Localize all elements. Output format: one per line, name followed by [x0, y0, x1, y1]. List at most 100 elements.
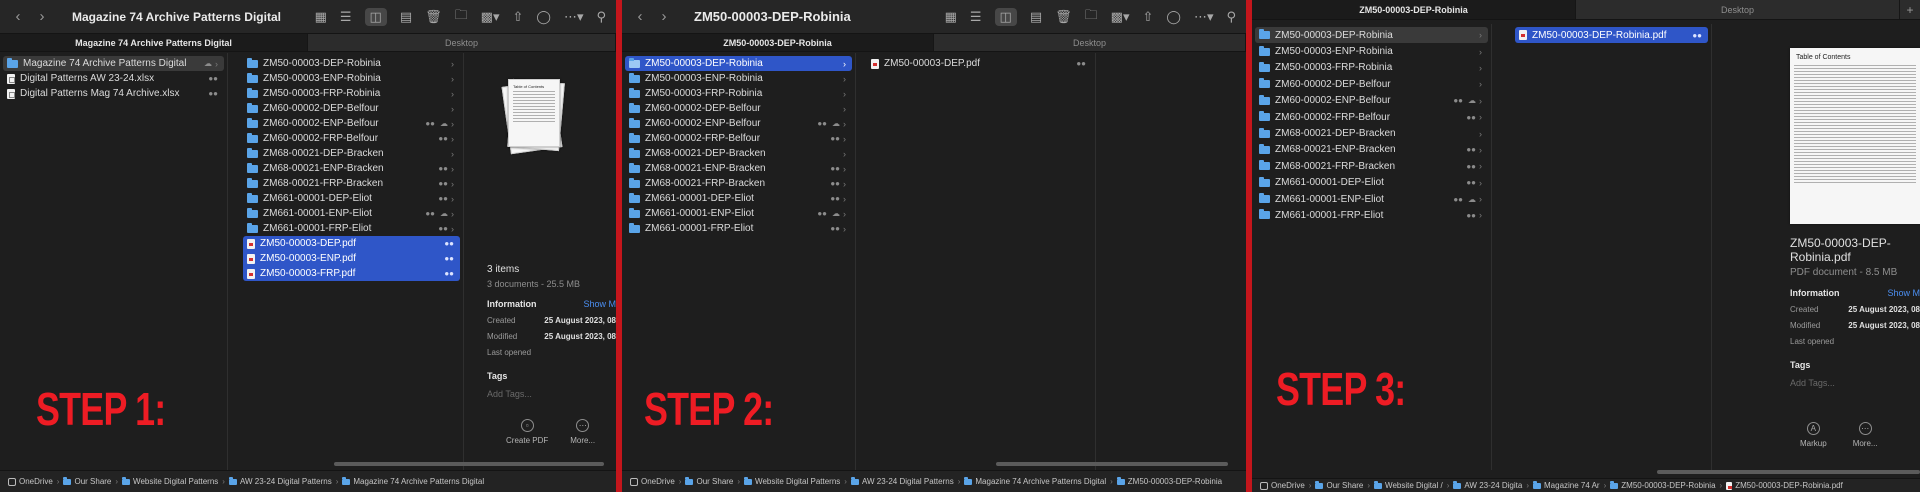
list-item[interactable]: ZM60-00002-DEP-Belfour ›: [625, 101, 852, 116]
list-item-selected[interactable]: ZM50-00003-ENP.pdf ●●: [243, 251, 460, 266]
more-button[interactable]: ⋯ More...: [570, 419, 595, 445]
column-view-icon[interactable]: ◫: [994, 7, 1017, 26]
path-segment[interactable]: Magazine 74 Archive Patterns Digital: [964, 476, 1106, 486]
tag-icon[interactable]: ◯: [1166, 9, 1181, 25]
tag-icon[interactable]: ◯: [536, 9, 551, 25]
list-item[interactable]: ZM68-00021-FRP-Bracken ●● ›: [243, 176, 460, 191]
list-item[interactable]: ZM68-00021-ENP-Bracken ●● ›: [243, 161, 460, 176]
markup-button[interactable]: A Markup: [1800, 422, 1827, 448]
path-segment[interactable]: Website Digital Patterns: [744, 476, 840, 486]
list-item[interactable]: Digital Patterns Mag 74 Archive.xlsx ●●: [3, 86, 224, 101]
list-item[interactable]: ZM60-00002-FRP-Belfour ●● ›: [1255, 109, 1488, 125]
column-view-icon[interactable]: ◫: [364, 7, 387, 26]
list-item[interactable]: ZM661-00001-FRP-Eliot ●● ›: [1255, 207, 1488, 223]
list-item-selected[interactable]: ZM50-00003-FRP.pdf ●●: [243, 266, 460, 281]
tab-magazine-74[interactable]: Magazine 74 Archive Patterns Digital: [0, 34, 308, 51]
list-item[interactable]: ZM60-00002-ENP-Belfour ●● ☁ ›: [243, 116, 460, 131]
path-segment[interactable]: OneDrive: [8, 477, 53, 486]
list-item-selected[interactable]: ZM50-00003-DEP.pdf ●●: [243, 236, 460, 251]
path-segment[interactable]: OneDrive: [1260, 481, 1305, 490]
trash-icon[interactable]: 🗑: [1055, 9, 1072, 25]
group-icon[interactable]: ▩▾: [481, 9, 500, 25]
list-view-icon[interactable]: ☰: [970, 9, 982, 25]
path-segment[interactable]: OneDrive: [630, 477, 675, 486]
list-item[interactable]: ZM68-00021-DEP-Bracken ›: [243, 146, 460, 161]
list-item-selected[interactable]: ZM50-00003-DEP-Robinia.pdf ●●: [1515, 27, 1708, 43]
share-icon[interactable]: ⇧: [512, 9, 523, 25]
list-item[interactable]: ZM60-00002-FRP-Belfour ●● ›: [625, 131, 852, 146]
list-item[interactable]: ZM50-00003-ENP-Robinia ›: [1255, 43, 1488, 59]
path-segment[interactable]: Our Share: [685, 476, 733, 486]
trash-icon[interactable]: 🗑: [425, 9, 442, 25]
list-item[interactable]: ZM68-00021-ENP-Bracken ●● ›: [625, 161, 852, 176]
tab-desktop[interactable]: Desktop: [1576, 0, 1900, 19]
list-item[interactable]: ZM50-00003-FRP-Robinia ›: [243, 86, 460, 101]
path-segment[interactable]: Magazine 74 Archive Patterns Digital: [342, 476, 484, 486]
list-item[interactable]: ZM661-00001-ENP-Eliot ●● ☁ ›: [1255, 191, 1488, 207]
search-icon[interactable]: ⚲: [596, 9, 606, 25]
list-item[interactable]: ZM50-00003-FRP-Robinia ›: [625, 86, 852, 101]
list-item[interactable]: ZM661-00001-ENP-Eliot ●● ☁ ›: [243, 206, 460, 221]
tab-robinia[interactable]: ZM50-00003-DEP-Robinia: [622, 34, 934, 51]
list-item[interactable]: ZM68-00021-FRP-Bracken ●● ›: [1255, 158, 1488, 174]
create-pdf-button[interactable]: ▫ Create PDF: [506, 419, 548, 445]
list-item[interactable]: ZM661-00001-DEP-Eliot ●● ›: [625, 191, 852, 206]
list-item[interactable]: ZM68-00021-DEP-Bracken ›: [625, 146, 852, 161]
list-item[interactable]: ZM68-00021-ENP-Bracken ●● ›: [1255, 142, 1488, 158]
share-icon[interactable]: ⇧: [1142, 9, 1153, 25]
more-button[interactable]: ⋯ More...: [1853, 422, 1878, 448]
list-item[interactable]: ZM50-00003-ENP-Robinia ›: [625, 71, 852, 86]
list-item[interactable]: ZM50-00003-DEP-Robinia ›: [243, 56, 460, 71]
path-segment[interactable]: AW 23-24 Digita: [1453, 480, 1522, 490]
new-folder-icon[interactable]: 🗀: [455, 6, 468, 28]
list-item[interactable]: ZM661-00001-ENP-Eliot ●● ☁ ›: [625, 206, 852, 221]
horizontal-scrollbar[interactable]: [996, 462, 1228, 466]
path-segment[interactable]: AW 23-24 Digital Patterns: [850, 476, 954, 486]
list-item[interactable]: ZM68-00021-FRP-Bracken ●● ›: [625, 176, 852, 191]
gallery-view-icon[interactable]: ▤: [400, 9, 412, 25]
list-item[interactable]: ZM661-00001-DEP-Eliot ●● ›: [1255, 175, 1488, 191]
list-item[interactable]: ZM60-00002-ENP-Belfour ●● ☁ ›: [625, 116, 852, 131]
search-icon[interactable]: ⚲: [1226, 9, 1236, 25]
tags-input[interactable]: Add Tags...: [487, 389, 616, 399]
path-segment[interactable]: ZM50-00003-DEP-Robinia.pdf: [1726, 481, 1843, 490]
tab-desktop[interactable]: Desktop: [308, 34, 616, 51]
list-item[interactable]: Magazine 74 Archive Patterns Digital ☁ ›: [3, 56, 224, 71]
list-view-icon[interactable]: ☰: [340, 9, 352, 25]
more-actions-icon[interactable]: ⋯▾: [564, 9, 584, 25]
new-tab-button[interactable]: +: [1900, 0, 1920, 19]
path-segment[interactable]: Magazine 74 Ar: [1533, 480, 1600, 490]
tab-robinia[interactable]: ZM50-00003-DEP-Robinia: [1252, 0, 1576, 19]
path-segment[interactable]: ZM50-00003-DEP-Robinia: [1610, 480, 1716, 490]
chevron-right-icon[interactable]: ›: [656, 8, 672, 25]
show-more-link[interactable]: Show M: [583, 299, 616, 309]
list-item-selected[interactable]: ZM50-00003-DEP-Robinia ›: [625, 56, 852, 71]
list-item[interactable]: ZM661-00001-FRP-Eliot ●● ›: [625, 221, 852, 236]
list-item[interactable]: ZM661-00001-FRP-Eliot ●● ›: [243, 221, 460, 236]
path-segment[interactable]: ZM50-00003-DEP-Robinia: [1116, 476, 1222, 486]
list-item[interactable]: ZM60-00002-ENP-Belfour ●● ☁ ›: [1255, 93, 1488, 109]
show-more-link[interactable]: Show M: [1887, 288, 1920, 298]
tab-desktop[interactable]: Desktop: [934, 34, 1246, 51]
tags-input[interactable]: Add Tags...: [1790, 378, 1920, 388]
list-item[interactable]: ZM68-00021-DEP-Bracken ›: [1255, 125, 1488, 141]
horizontal-scrollbar[interactable]: [334, 462, 604, 466]
gallery-view-icon[interactable]: ▤: [1030, 9, 1042, 25]
list-item[interactable]: ZM50-00003-FRP-Robinia ›: [1255, 60, 1488, 76]
icon-view-icon[interactable]: ▦: [945, 9, 957, 25]
path-segment[interactable]: Website Digital /: [1374, 480, 1443, 490]
list-item[interactable]: ZM60-00002-DEP-Belfour ›: [243, 101, 460, 116]
list-item[interactable]: ZM50-00003-DEP-Robinia ›: [1255, 27, 1488, 44]
path-segment[interactable]: Our Share: [63, 476, 111, 486]
list-item[interactable]: ZM60-00002-DEP-Belfour ›: [1255, 76, 1488, 92]
horizontal-scrollbar[interactable]: [1657, 470, 1920, 474]
group-icon[interactable]: ▩▾: [1111, 9, 1130, 25]
path-segment[interactable]: AW 23-24 Digital Patterns: [228, 476, 332, 486]
icon-view-icon[interactable]: ▦: [315, 9, 327, 25]
new-folder-icon[interactable]: 🗀: [1085, 6, 1098, 28]
chevron-left-icon[interactable]: ‹: [632, 8, 648, 25]
list-item[interactable]: ZM50-00003-ENP-Robinia ›: [243, 71, 460, 86]
chevron-right-icon[interactable]: ›: [34, 8, 50, 25]
path-segment[interactable]: Website Digital Patterns: [122, 476, 218, 486]
list-item[interactable]: ZM661-00001-DEP-Eliot ●● ›: [243, 191, 460, 206]
